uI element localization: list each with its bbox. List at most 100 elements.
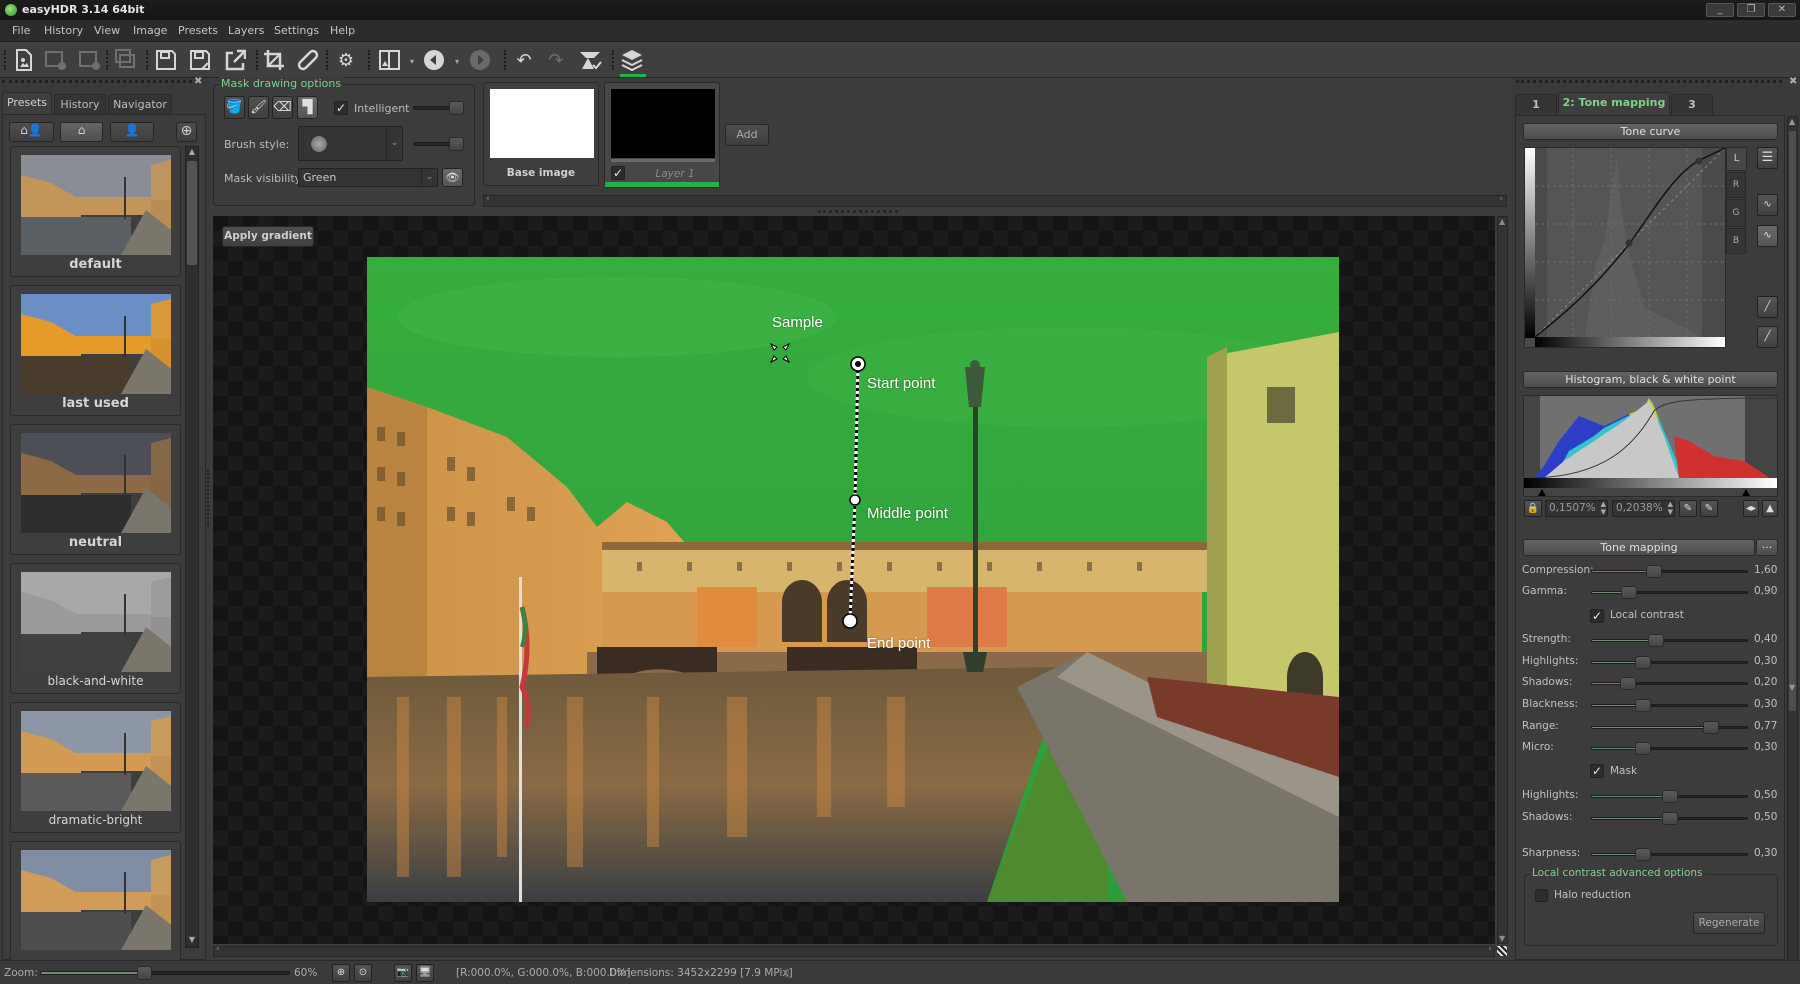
layer-card-layer-1[interactable]: ✓ Layer 1	[604, 82, 720, 188]
scroll-down-icon[interactable]: ▼	[187, 935, 197, 947]
channel-r-tab[interactable]: R	[1726, 172, 1746, 198]
slider-handle[interactable]	[1635, 742, 1652, 755]
tab-tone-mapping[interactable]: 2: Tone mapping	[1558, 92, 1670, 116]
slider-handle[interactable]	[1635, 656, 1652, 669]
menu-image[interactable]: Image	[133, 24, 167, 37]
sample-crosshair-icon[interactable]	[769, 342, 791, 364]
zoom-fit-button[interactable]: ⊕	[332, 964, 350, 982]
blackness-slider[interactable]	[1591, 699, 1748, 712]
filter-all-presets-button[interactable]: ⌂👤	[9, 122, 54, 142]
undo-button[interactable]: ↶	[512, 48, 536, 72]
black-point-picker-button[interactable]: ✎	[1679, 500, 1697, 517]
gamma-slider[interactable]	[1591, 586, 1748, 599]
slider-handle[interactable]	[1661, 812, 1678, 825]
tab-step-3[interactable]: 3	[1671, 94, 1713, 116]
end-point-handle[interactable]	[842, 613, 858, 629]
compare-view-button[interactable]	[378, 48, 402, 72]
sharpness-slider[interactable]	[1591, 848, 1748, 861]
slider-handle[interactable]	[449, 101, 465, 115]
slider-handle[interactable]	[1646, 565, 1662, 578]
layer-card-base[interactable]: Base image	[483, 82, 599, 186]
filter-user-presets-button[interactable]: 👤	[110, 122, 154, 142]
scroll-left-icon[interactable]: ‹	[216, 944, 220, 954]
scroll-up-icon[interactable]: ▲	[187, 147, 197, 159]
slider-handle[interactable]	[1647, 634, 1664, 647]
tab-navigator[interactable]: Navigator	[108, 94, 172, 116]
auto-levels-button[interactable]: ◂▸	[1743, 500, 1759, 517]
tone-mapping-header[interactable]: Tone mapping	[1523, 539, 1755, 556]
slider-handle[interactable]	[449, 137, 465, 151]
settings-button[interactable]: ⚙	[334, 48, 358, 72]
menu-file[interactable]: File	[12, 24, 30, 37]
reset-curve-button[interactable]: ╱	[1757, 296, 1778, 318]
slider-handle[interactable]	[1619, 677, 1636, 690]
open-image-button[interactable]	[12, 48, 36, 72]
highlights-slider[interactable]	[1591, 790, 1748, 803]
redo-button[interactable]: ↷	[544, 48, 568, 72]
save-as-button[interactable]	[188, 48, 212, 72]
panel-grip[interactable]	[2, 80, 192, 83]
fill-tool-button[interactable]: 🪣	[224, 96, 245, 119]
snapshot-button[interactable]: 📷	[394, 964, 412, 982]
back-dropdown[interactable]: ▾	[455, 57, 459, 66]
pin-icon[interactable]: ✖	[1789, 76, 1797, 87]
add-layer-button[interactable]: Add	[725, 124, 769, 146]
scrollbar-thumb[interactable]	[1789, 131, 1796, 711]
curve-presets-button[interactable]: ☰	[1757, 147, 1778, 169]
left-panel-splitter[interactable]	[207, 470, 210, 526]
preset-card[interactable]: neutral	[10, 424, 181, 555]
layers-button[interactable]	[620, 48, 644, 72]
panel-grip[interactable]	[1516, 80, 1782, 83]
tone-mapping-more-button[interactable]: ···	[1756, 539, 1778, 556]
filter-built-in-presets-button[interactable]: ⌂	[60, 122, 103, 142]
intelligent-strength-slider[interactable]	[413, 101, 465, 115]
curve-point[interactable]	[1625, 239, 1633, 247]
highlights-slider[interactable]	[1591, 656, 1748, 669]
presets-scrollbar[interactable]: ▲ ▼	[185, 146, 199, 948]
scroll-up-icon[interactable]: ▲	[1789, 117, 1795, 126]
remove-image-button[interactable]	[78, 48, 102, 72]
canvas-hscrollbar[interactable]: ‹ ›	[213, 944, 1495, 957]
reset-levels-button[interactable]: ▲	[1762, 500, 1778, 517]
white-point-picker-button[interactable]: ✎	[1700, 500, 1718, 517]
spin-arrows-icon[interactable]: ▲ ▼	[1601, 500, 1606, 516]
curve-options-button[interactable]: ╱	[1757, 326, 1778, 348]
channel-l-tab[interactable]: L	[1726, 147, 1747, 171]
checkerboard-toggle-icon[interactable]	[1497, 946, 1507, 956]
slider-handle[interactable]	[1635, 848, 1652, 861]
scroll-right-icon[interactable]: ›	[1499, 194, 1503, 204]
black-point-input[interactable]: 0,1507% ▲ ▼	[1545, 500, 1608, 517]
preset-card[interactable]: black-and-white	[10, 563, 181, 694]
save-button[interactable]	[154, 48, 178, 72]
fullscreen-preview-button[interactable]: 🖥	[416, 964, 434, 982]
heal-button[interactable]	[296, 48, 320, 72]
close-button[interactable]: ✕	[1768, 3, 1796, 17]
zoom-actual-button[interactable]: ⊙	[354, 964, 372, 982]
local-contrast-checkbox[interactable]: ✓	[1590, 609, 1604, 623]
layers-splitter[interactable]	[818, 210, 898, 214]
halo-reduction-checkbox[interactable]	[1535, 889, 1548, 902]
lock-points-button[interactable]: 🔒	[1524, 500, 1542, 517]
photo-with-mask-overlay[interactable]: Sample Start point Middle point End poin…	[367, 257, 1339, 902]
scroll-down-icon[interactable]: ▼	[1499, 934, 1505, 943]
intelligent-checkbox[interactable]: ✓	[334, 101, 348, 115]
curve-mode-smooth-button[interactable]: ∿	[1757, 225, 1778, 247]
channel-g-tab[interactable]: G	[1726, 199, 1746, 227]
slider-handle[interactable]	[137, 966, 153, 980]
micro-slider[interactable]	[1591, 742, 1748, 755]
layer-visible-checkbox[interactable]: ✓	[611, 166, 625, 180]
start-point-handle[interactable]	[850, 356, 866, 372]
slider-handle[interactable]	[1621, 586, 1638, 599]
compare-view-dropdown[interactable]: ▾	[410, 57, 414, 66]
panel-toggle-icon[interactable]: ▯	[784, 967, 790, 979]
mask-visibility-select[interactable]: Green ⌄	[298, 168, 438, 187]
scroll-up-icon[interactable]: ▲	[1499, 217, 1505, 226]
layers-hscrollbar[interactable]: ‹ ›	[483, 194, 1507, 207]
restore-button[interactable]: ❐	[1737, 3, 1765, 17]
zoom-slider[interactable]	[40, 966, 290, 980]
tone-mapping-apply-button[interactable]	[578, 48, 602, 72]
add-preset-button[interactable]: ⊕	[176, 122, 197, 142]
menu-layers[interactable]: Layers	[228, 24, 264, 37]
menu-view[interactable]: View	[94, 24, 120, 37]
curve-mode-linear-button[interactable]: ∿	[1757, 194, 1778, 216]
